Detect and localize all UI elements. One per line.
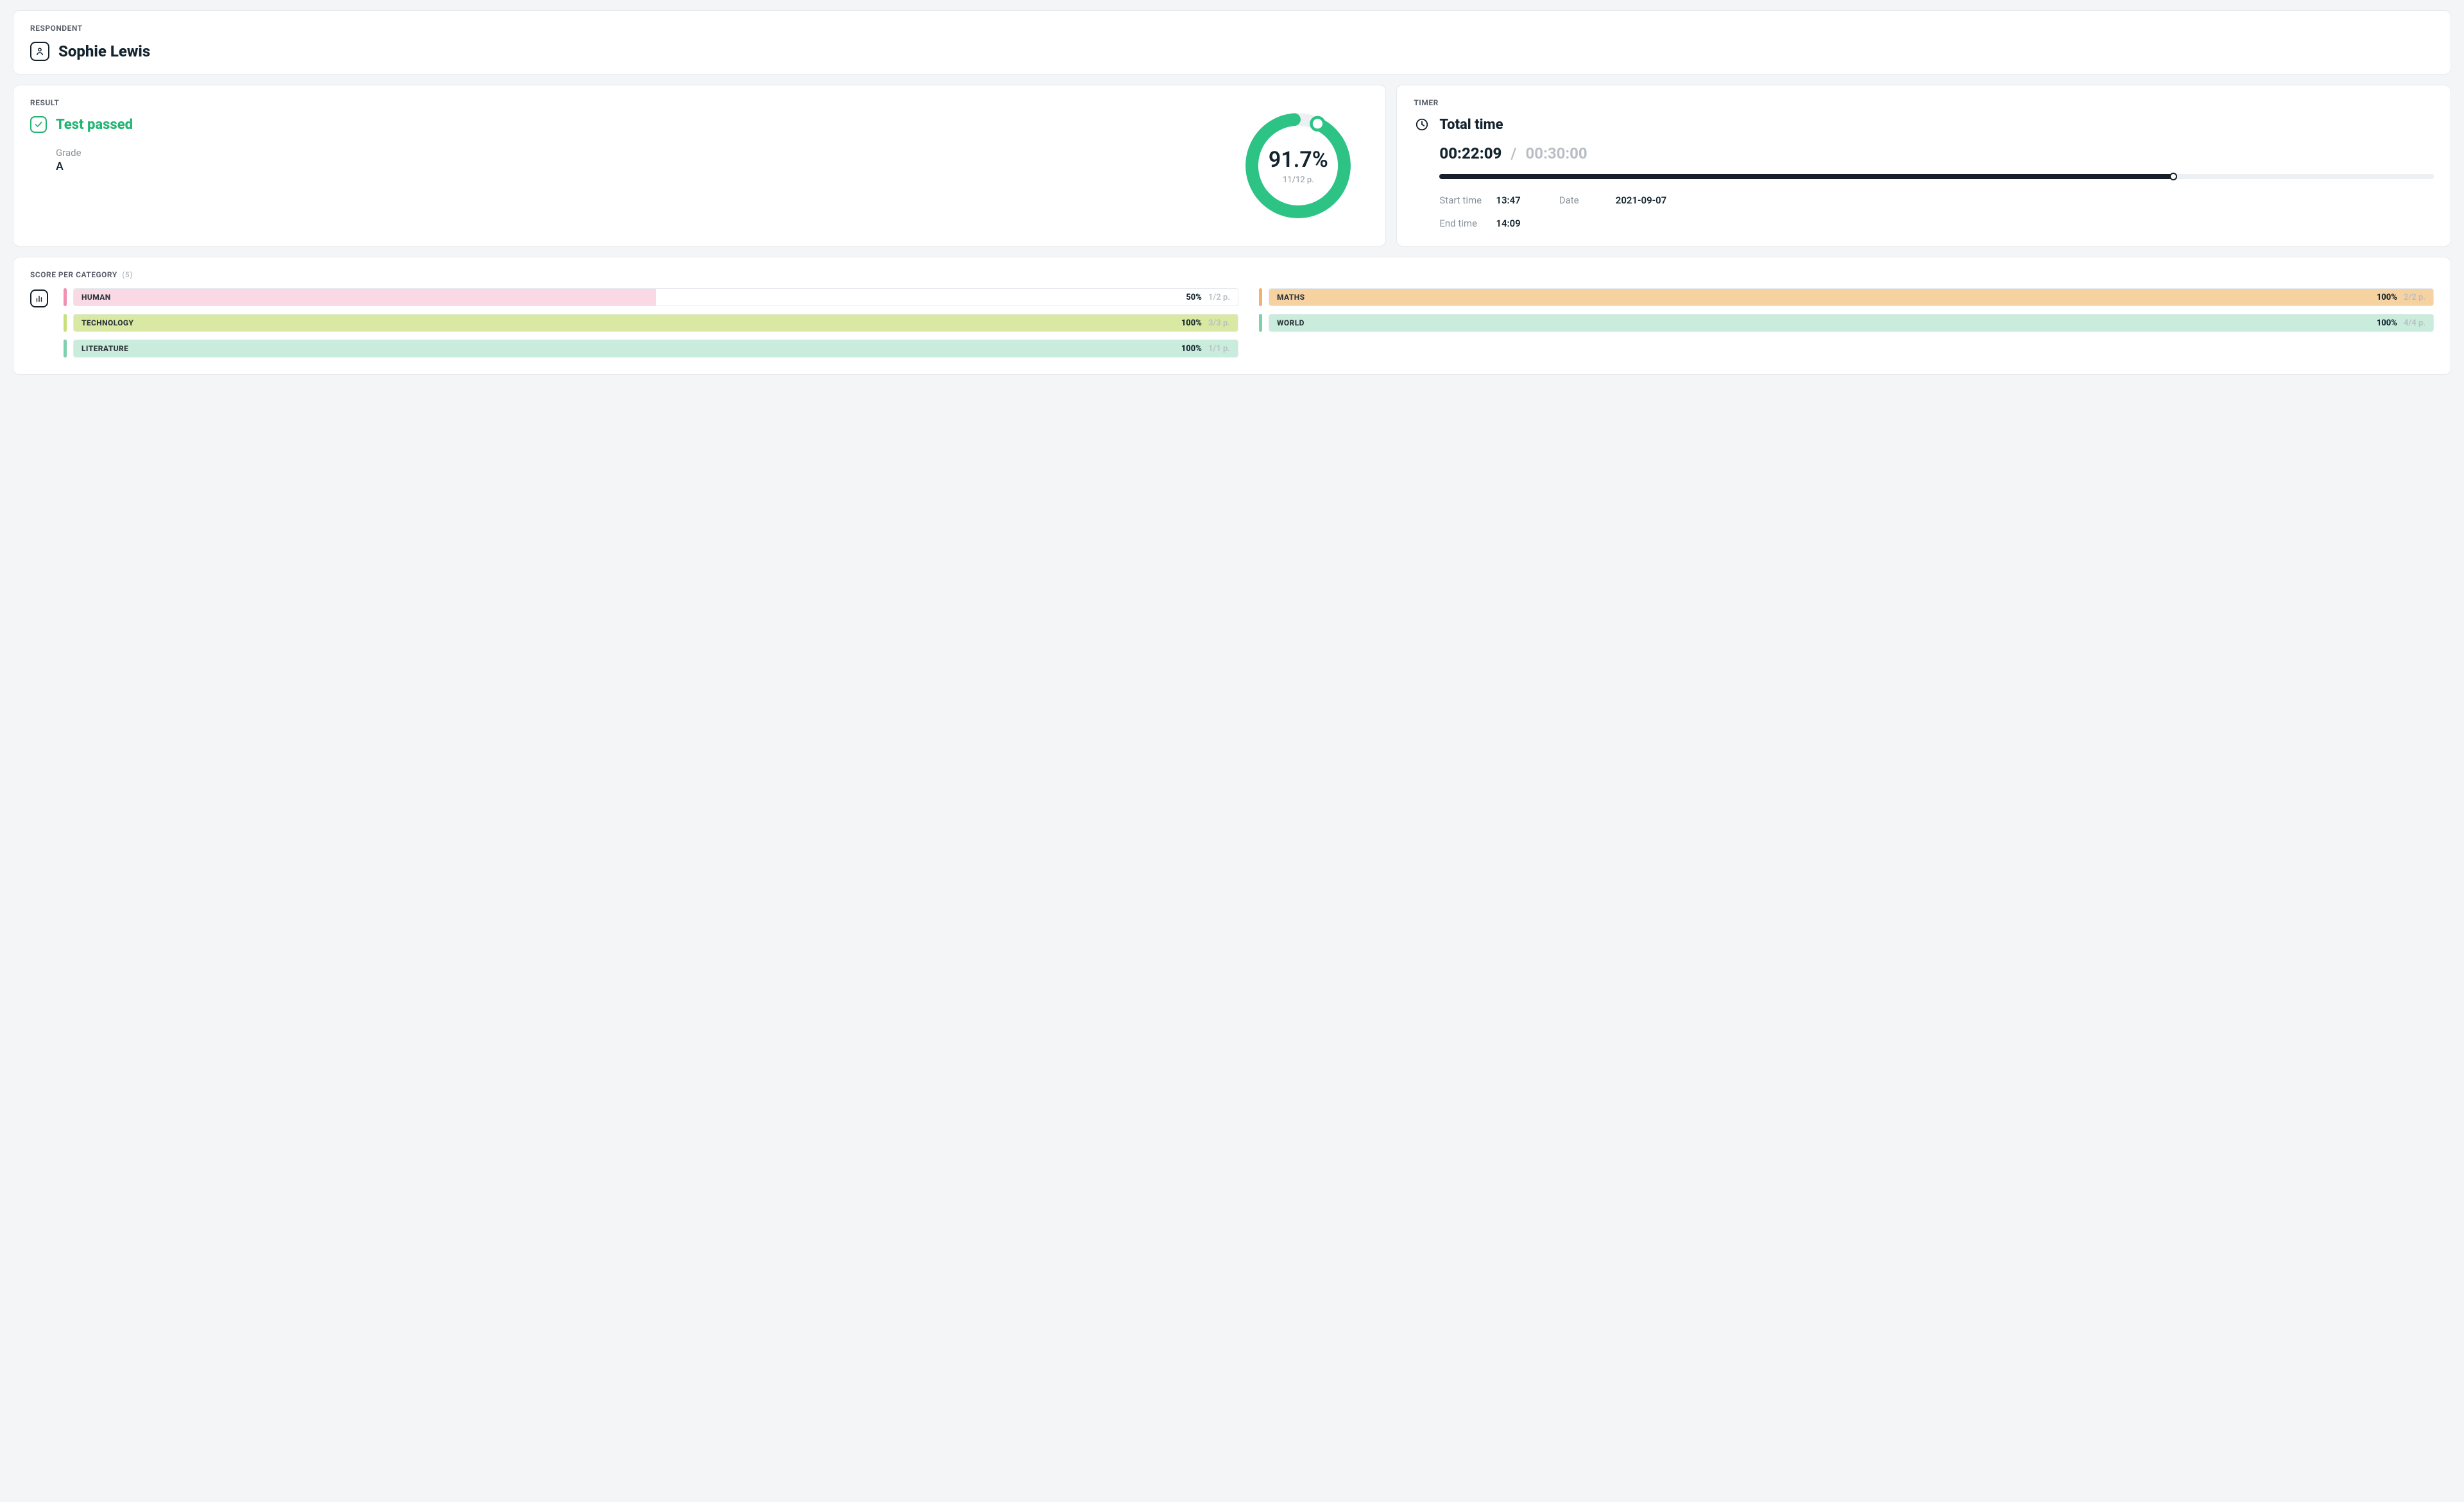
grade-value: A (56, 160, 1228, 173)
category-points: 1/1 p. (1208, 344, 1230, 354)
category-fill (1269, 289, 2433, 306)
timer-start-value: 13:47 (1496, 194, 1520, 206)
timer-date-label: Date (1559, 194, 1607, 206)
category-name: WORLD (1277, 318, 1305, 327)
category-name: HUMAN (81, 293, 111, 302)
respondent-section-label: RESPONDENT (30, 24, 2434, 33)
score-per-category-panel: SCORE PER CATEGORY (5) HUMAN 50% 1/2 p. TEC… (13, 257, 2451, 375)
category-name: LITERATURE (81, 344, 128, 353)
timer-separator: / (1510, 144, 1516, 162)
respondent-name: Sophie Lewis (58, 42, 150, 60)
category-bar: WORLD 100% 4/4 p. (1269, 314, 2434, 332)
spc-section-label: SCORE PER CATEGORY (5) (30, 270, 2434, 279)
category-values: 50% 1/2 p. (1186, 293, 1230, 302)
category-percent: 50% (1186, 293, 1202, 302)
respondent-panel: RESPONDENT Sophie Lewis (13, 10, 2451, 74)
person-icon (30, 42, 49, 61)
category-values: 100% 1/1 p. (1181, 344, 1230, 354)
clock-icon (1414, 116, 1430, 133)
category-accent (1259, 314, 1262, 332)
category-points: 4/4 p. (2404, 318, 2426, 328)
category-accent (64, 340, 67, 358)
category-values: 100% 3/3 p. (1181, 318, 1230, 328)
category-bar: HUMAN 50% 1/2 p. (73, 288, 1238, 306)
category-name: MATHS (1277, 293, 1305, 302)
category-fill (74, 315, 1238, 331)
timer-panel: TIMER Total time 00:22:09 / 00:30:00 (1396, 85, 2451, 246)
category-bar: TECHNOLOGY 100% 3/3 p. (73, 314, 1238, 332)
category-accent (64, 288, 67, 306)
timer-title: Total time (1439, 117, 1503, 133)
timer-start-label: Start time (1439, 194, 1487, 206)
spc-label-text: SCORE PER CATEGORY (30, 270, 117, 279)
category-bar: MATHS 100% 2/2 p. (1269, 288, 2434, 306)
category-bar: LITERATURE 100% 1/1 p. (73, 340, 1238, 358)
gauge-points: 11/12 p. (1283, 175, 1314, 185)
category-fill (74, 340, 1238, 357)
category-fill (74, 289, 656, 306)
timer-end-label: End time (1439, 218, 1487, 229)
timer-elapsed: 00:22:09 (1439, 144, 1502, 162)
timer-date-value: 2021-09-07 (1616, 194, 1667, 206)
category-row: MATHS 100% 2/2 p. (1259, 288, 2434, 306)
timer-progress-bar (1439, 174, 2434, 179)
category-name: TECHNOLOGY (81, 318, 133, 327)
category-values: 100% 4/4 p. (2377, 318, 2426, 328)
grade-label: Grade (56, 147, 1228, 159)
result-panel: RESULT Test passed Grade A (13, 85, 1386, 246)
result-status-text: Test passed (56, 117, 133, 133)
check-icon (30, 116, 47, 133)
category-fill (1269, 315, 2433, 331)
category-percent: 100% (2377, 318, 2397, 328)
category-row: WORLD 100% 4/4 p. (1259, 314, 2434, 332)
timer-section-label: TIMER (1414, 98, 2434, 107)
timer-end-row: End time 14:09 (1439, 218, 2434, 229)
timer-date-row: Date 2021-09-07 (1559, 194, 1667, 206)
category-values: 100% 2/2 p. (2377, 293, 2426, 302)
timer-max: 00:30:00 (1526, 144, 1587, 162)
result-section-label: RESULT (30, 98, 1228, 107)
category-row: HUMAN 50% 1/2 p. (64, 288, 1238, 306)
category-percent: 100% (1181, 318, 1202, 328)
bar-chart-icon (30, 289, 48, 307)
category-accent (64, 314, 67, 332)
category-percent: 100% (1181, 344, 1202, 354)
category-points: 2/2 p. (2404, 293, 2426, 302)
result-gauge: 91.7% 11/12 p. (1240, 108, 1356, 223)
category-points: 1/2 p. (1208, 293, 1230, 302)
gauge-percent: 91.7% (1269, 147, 1328, 173)
category-row: TECHNOLOGY 100% 3/3 p. (64, 314, 1238, 332)
category-accent (1259, 288, 1262, 306)
category-percent: 100% (2377, 293, 2397, 302)
spc-count: (5) (122, 270, 133, 279)
category-points: 3/3 p. (1208, 318, 1230, 328)
category-row: LITERATURE 100% 1/1 p. (64, 340, 1238, 358)
timer-end-value: 14:09 (1496, 218, 1520, 229)
timer-start-row: Start time 13:47 (1439, 194, 1520, 206)
